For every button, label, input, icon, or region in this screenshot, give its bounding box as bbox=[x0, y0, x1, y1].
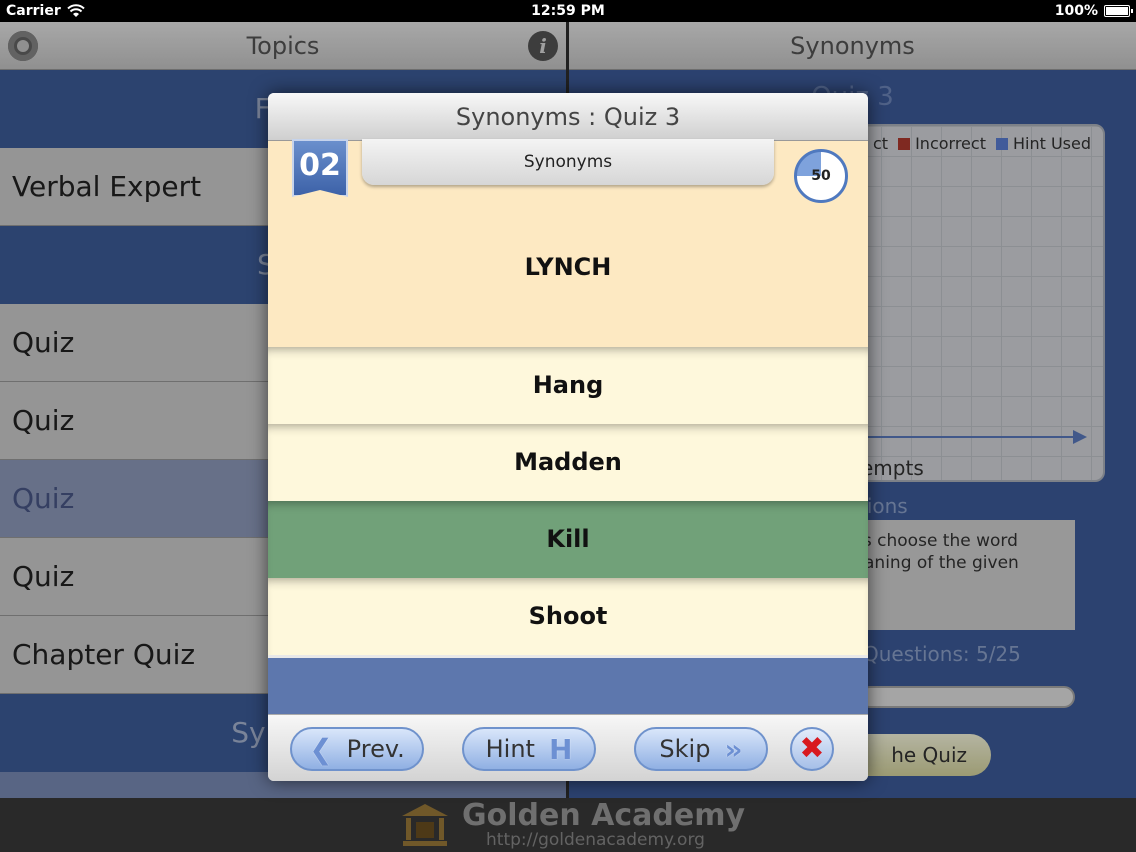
topics-title: Topics bbox=[246, 32, 320, 60]
legend-correct: ct bbox=[873, 134, 889, 153]
hint-h-icon: H bbox=[548, 732, 573, 766]
timer-icon: 50 bbox=[794, 149, 848, 203]
legend-hint: Hint Used bbox=[995, 134, 1091, 153]
battery-indicator: 100% bbox=[1054, 3, 1133, 19]
info-icon[interactable]: i bbox=[528, 31, 558, 61]
footer: Golden Academy http://goldenacademy.org bbox=[0, 798, 1136, 852]
close-button[interactable]: ✖ bbox=[790, 727, 834, 771]
quiz-modal: Synonyms : Quiz 3 LYNCH 02 Synonyms 50 H… bbox=[268, 93, 868, 781]
academy-url[interactable]: http://goldenacademy.org bbox=[486, 830, 705, 850]
progress-bar bbox=[859, 686, 1075, 708]
academy-name: Golden Academy bbox=[462, 798, 746, 833]
hint-button[interactable]: Hint H bbox=[462, 727, 596, 771]
topics-navbar: Topics i bbox=[0, 22, 566, 70]
prev-label: Prev. bbox=[346, 735, 405, 763]
status-bar: Carrier 12:59 PM 100% bbox=[0, 0, 1136, 22]
close-icon: ✖ bbox=[799, 731, 825, 766]
synonyms-title: Synonyms bbox=[790, 32, 915, 60]
double-chevron-right-icon: » bbox=[724, 732, 743, 766]
legend-incorrect: Incorrect bbox=[898, 134, 986, 153]
synonyms-navbar: Synonyms bbox=[569, 22, 1136, 70]
answer-option[interactable]: Hang bbox=[268, 347, 868, 424]
academy-logo-icon bbox=[402, 804, 448, 846]
question-category: Synonyms bbox=[362, 139, 774, 185]
prev-button[interactable]: ❮ Prev. bbox=[290, 727, 424, 771]
status-time: 12:59 PM bbox=[531, 3, 605, 19]
answer-option[interactable]: Shoot bbox=[268, 578, 868, 655]
answer-option-correct[interactable]: Kill bbox=[268, 501, 868, 578]
skip-button[interactable]: Skip » bbox=[634, 727, 768, 771]
incorrect-swatch bbox=[898, 137, 911, 150]
chart-legend: ct Incorrect Hint Used bbox=[873, 134, 1091, 153]
hint-label: Hint bbox=[485, 735, 535, 763]
battery-icon bbox=[1104, 5, 1133, 17]
modal-title: Synonyms : Quiz 3 bbox=[268, 93, 868, 141]
question-number-badge: 02 bbox=[292, 139, 348, 197]
modal-spacer bbox=[268, 658, 868, 714]
questions-count: Questions: 5/25 bbox=[863, 642, 1021, 666]
hint-swatch bbox=[995, 137, 1008, 150]
modal-toolbar: ❮ Prev. Hint H Skip » ✖ bbox=[268, 714, 868, 781]
battery-percent: 100% bbox=[1054, 3, 1098, 19]
x-axis-label: empts bbox=[861, 456, 924, 480]
chevron-left-icon: ❮ bbox=[309, 732, 333, 766]
skip-label: Skip bbox=[659, 735, 711, 763]
answer-option[interactable]: Madden bbox=[268, 424, 868, 501]
